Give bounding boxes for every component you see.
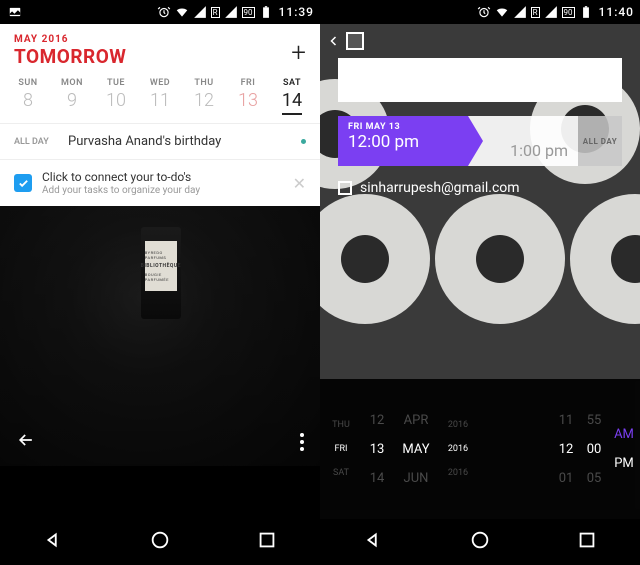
bottle-graphic: BYREDO PARFUMS BIBLIOTHÈQUE BOUGIE PARFU… — [141, 227, 181, 319]
day-label: TOMORROW — [14, 45, 306, 68]
background-image: BYREDO PARFUMS BIBLIOTHÈQUE BOUGIE PARFU… — [0, 206, 320, 466]
signal-icon — [193, 5, 207, 19]
day-sun[interactable]: SUN8 — [6, 78, 50, 115]
day-thu[interactable]: THU12 — [182, 78, 226, 115]
picker-day[interactable]: 12 13 14 — [362, 379, 392, 519]
calendar-content: MAY 2016 TOMORROW + SUN8 MON9 TUE10 WED1… — [0, 24, 320, 519]
nav-recent-button[interactable] — [576, 529, 598, 555]
battery-level: 90 — [242, 7, 255, 18]
nav-home-button[interactable] — [469, 529, 491, 555]
allday-label: ALL DAY — [14, 137, 68, 147]
android-navbar — [0, 519, 320, 565]
alarm-icon — [477, 5, 491, 19]
event-title-input[interactable] — [338, 58, 622, 102]
event-create-content: FRI MAY 13 12:00 pm 1:00 pm ALL DAY sinh… — [320, 24, 640, 519]
end-time-button[interactable]: 1:00 pm — [468, 116, 578, 166]
calendar-account-row[interactable]: sinharrupesh@gmail.com — [338, 180, 622, 196]
day-tue[interactable]: TUE10 — [94, 78, 138, 115]
day-wed[interactable]: WED11 — [138, 78, 182, 115]
battery-level: 90 — [562, 7, 575, 18]
picker-ampm[interactable]: AM PM — [608, 379, 640, 519]
add-event-button[interactable]: + — [291, 38, 306, 68]
todo-title: Click to connect your to-do's — [42, 170, 283, 184]
week-strip: SUN8 MON9 TUE10 WED11 THU12 FRI13 SAT14 — [0, 74, 320, 124]
event-color-dot — [301, 139, 306, 144]
alarm-icon — [157, 5, 171, 19]
time-row: FRI MAY 13 12:00 pm 1:00 pm ALL DAY — [338, 116, 622, 166]
status-time: 11:40 — [599, 5, 634, 19]
wifi-icon — [175, 5, 189, 19]
calendar-square-icon — [338, 181, 352, 195]
day-fri[interactable]: FRI13 — [226, 78, 270, 115]
signal-icon-2 — [224, 5, 238, 19]
battery-icon — [579, 5, 593, 19]
status-bar: R 90 11:40 — [320, 0, 640, 24]
allday-toggle[interactable]: ALL DAY — [578, 116, 622, 166]
back-arrow-button[interactable] — [16, 430, 36, 454]
wifi-icon — [495, 5, 509, 19]
dismiss-button[interactable]: ✕ — [293, 174, 306, 193]
day-mon[interactable]: MON9 — [50, 78, 94, 115]
battery-icon — [259, 5, 273, 19]
signal-icon — [513, 5, 527, 19]
android-navbar — [320, 519, 640, 565]
todo-subtitle: Add your tasks to organize your day — [42, 185, 283, 196]
picker-minute[interactable]: 55 00 05 — [580, 379, 608, 519]
phone-left: R 90 11:39 MAY 2016 TOMORROW + SUN8 MON9… — [0, 0, 320, 565]
back-button[interactable] — [328, 32, 364, 50]
calendar-icon — [346, 32, 364, 50]
datetime-picker[interactable]: THU FRI SAT 12 13 14 APR MAY JUN 2016 20… — [320, 379, 640, 519]
picker-hour[interactable]: 11 12 01 — [552, 379, 580, 519]
month-label: MAY 2016 — [14, 34, 306, 45]
checkbox-icon[interactable] — [14, 174, 32, 192]
allday-event-row[interactable]: ALL DAY Purvasha Anand's birthday — [0, 124, 320, 160]
picture-icon — [8, 5, 22, 19]
calendar-header: MAY 2016 TOMORROW + — [0, 24, 320, 74]
event-title: Purvasha Anand's birthday — [68, 134, 301, 149]
nav-home-button[interactable] — [149, 529, 171, 555]
status-time: 11:39 — [279, 5, 314, 19]
roaming-indicator: R — [211, 7, 220, 18]
start-time-button[interactable]: FRI MAY 13 12:00 pm — [338, 116, 468, 166]
picker-year[interactable]: 2016 2016 2016 — [440, 379, 476, 519]
picker-dow[interactable]: THU FRI SAT — [320, 379, 362, 519]
nav-back-button[interactable] — [42, 529, 64, 555]
todo-connect-row[interactable]: Click to connect your to-do's Add your t… — [0, 160, 320, 206]
footer-bar — [0, 418, 320, 466]
status-bar: R 90 11:39 — [0, 0, 320, 24]
account-email: sinharrupesh@gmail.com — [360, 180, 520, 196]
roaming-indicator: R — [531, 7, 540, 18]
signal-icon-2 — [544, 5, 558, 19]
day-sat-selected[interactable]: SAT14 — [270, 78, 314, 115]
phone-right: R 90 11:40 FRI MAY 13 12:00 pm — [320, 0, 640, 565]
nav-recent-button[interactable] — [256, 529, 278, 555]
picker-month[interactable]: APR MAY JUN — [392, 379, 440, 519]
more-menu-button[interactable] — [300, 433, 304, 451]
nav-back-button[interactable] — [362, 529, 384, 555]
